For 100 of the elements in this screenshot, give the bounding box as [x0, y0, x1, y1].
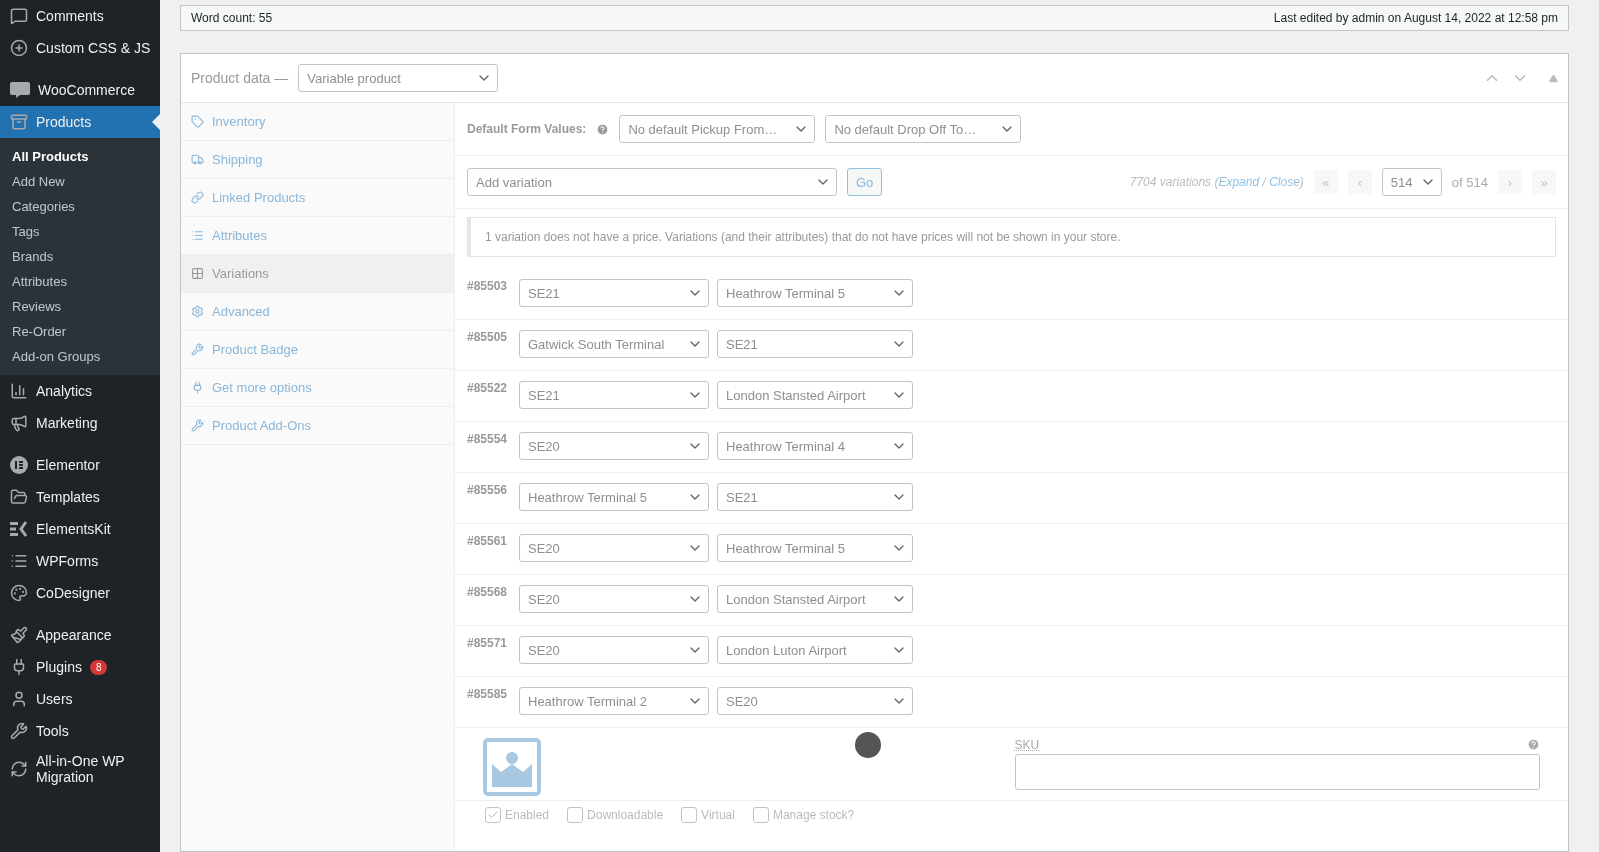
- drop-off-select[interactable]: London Stansted Airport: [717, 585, 913, 613]
- sidebar-item[interactable]: Elementor: [0, 449, 160, 481]
- word-count: Word count: 55: [191, 11, 273, 25]
- default-value-select[interactable]: No default Drop Off To…: [825, 115, 1022, 143]
- submenu-item[interactable]: Add New: [0, 169, 160, 194]
- sidebar-item[interactable]: Tools: [0, 715, 160, 747]
- option-checkbox[interactable]: Enabled: [485, 807, 550, 823]
- option-checkbox[interactable]: Manage stock?: [752, 807, 855, 823]
- pickup-select[interactable]: SE20: [519, 534, 709, 562]
- submenu-item[interactable]: Add-on Groups: [0, 344, 160, 369]
- drop-off-select[interactable]: Heathrow Terminal 4: [717, 432, 913, 460]
- default-value-select[interactable]: No default Pickup From…: [619, 115, 816, 143]
- collapse-icon[interactable]: [1549, 73, 1558, 83]
- variation-id: #85561: [467, 534, 509, 548]
- sidebar-item[interactable]: WooCommerce: [0, 74, 160, 106]
- pickup-select[interactable]: Gatwick South Terminal: [519, 330, 709, 358]
- go-button[interactable]: Go: [847, 168, 883, 196]
- variation-id: #85585: [467, 687, 509, 701]
- folder-icon: [10, 488, 28, 506]
- link-icon: [191, 191, 204, 204]
- sidebar-item[interactable]: Analytics: [0, 375, 160, 407]
- submenu-item[interactable]: Reviews: [0, 294, 160, 319]
- help-icon[interactable]: [596, 122, 610, 136]
- plug-icon: [191, 381, 204, 394]
- sku-label: SKU: [1014, 738, 1040, 752]
- pickup-select[interactable]: SE21: [519, 279, 709, 307]
- woo-logo-icon: [10, 82, 30, 98]
- product-data-tab[interactable]: Linked Products: [181, 179, 454, 217]
- sidebar-item[interactable]: Users: [0, 683, 160, 715]
- wrench-icon: [191, 419, 204, 432]
- elementskit-logo-icon: [10, 521, 28, 537]
- option-checkbox[interactable]: Downloadable: [567, 807, 664, 823]
- variation-id: #85505: [467, 330, 509, 344]
- plus-circle-icon: [10, 39, 28, 57]
- sidebar-item[interactable]: Templates: [0, 481, 160, 513]
- checkmark-icon: [487, 809, 499, 821]
- help-icon[interactable]: [1527, 738, 1540, 751]
- submenu-item[interactable]: Categories: [0, 194, 160, 219]
- pickup-select[interactable]: Heathrow Terminal 5: [519, 483, 709, 511]
- variation-id: #85522: [467, 381, 509, 395]
- sku-field[interactable]: [1014, 754, 1540, 790]
- pickup-select[interactable]: SE21: [519, 381, 709, 409]
- variation-id: #85503: [467, 279, 509, 293]
- last-edited-text: Last edited by admin on August 14, 2022 at 12:58 pm: [1273, 11, 1558, 25]
- sidebar-item[interactable]: Products: [0, 106, 160, 138]
- product-data-tab[interactable]: Variations: [181, 255, 454, 293]
- pickup-select[interactable]: SE20: [519, 585, 709, 613]
- sidebar-item[interactable]: CoDesigner: [0, 577, 160, 609]
- wrench-icon: [191, 343, 204, 356]
- close-link[interactable]: Close: [1269, 175, 1300, 189]
- submenu-item[interactable]: Tags: [0, 219, 160, 244]
- drop-off-select[interactable]: SE21: [717, 330, 913, 358]
- option-checkbox[interactable]: Virtual: [681, 807, 735, 823]
- product-data-tab[interactable]: Get more options: [181, 369, 454, 407]
- product-data-tab[interactable]: Inventory: [181, 103, 454, 141]
- wrench-icon: [10, 722, 28, 740]
- sidebar-item[interactable]: Comments: [0, 0, 160, 32]
- submenu-item[interactable]: All Products: [0, 144, 160, 169]
- loading-spinner: [855, 732, 881, 758]
- pickup-select[interactable]: SE20: [519, 432, 709, 460]
- palette-icon: [10, 584, 28, 602]
- pickup-select[interactable]: Heathrow Terminal 2: [519, 687, 709, 715]
- paintbrush-icon: [10, 626, 28, 644]
- drop-off-select[interactable]: SE21: [717, 483, 913, 511]
- archive-icon: [10, 113, 28, 131]
- submenu-item[interactable]: Re-Order: [0, 319, 160, 344]
- sidebar-item[interactable]: WPForms: [0, 545, 160, 577]
- variation-id: #85556: [467, 483, 509, 497]
- product-data-tab[interactable]: Shipping: [181, 141, 454, 179]
- product-type-select[interactable]: Variable product: [298, 64, 499, 92]
- sidebar-item[interactable]: Marketing: [0, 407, 160, 439]
- expand-link[interactable]: Expand: [1218, 175, 1260, 189]
- product-data-tab[interactable]: Advanced: [181, 293, 454, 331]
- sidebar-item[interactable]: ElementsKit: [0, 513, 160, 545]
- form-list-icon: [10, 552, 28, 570]
- add-variation-select[interactable]: Add variation: [467, 168, 837, 196]
- submenu-item[interactable]: Attributes: [0, 269, 160, 294]
- sidebar-item[interactable]: Appearance: [0, 619, 160, 651]
- variation-count: 7704 variations (Expand / Close): [1129, 175, 1304, 189]
- page-select[interactable]: 514: [1381, 168, 1442, 196]
- pickup-select[interactable]: SE20: [519, 636, 709, 664]
- sidebar-item[interactable]: Plugins 8: [0, 651, 160, 683]
- sidebar-item[interactable]: Custom CSS & JS: [0, 32, 160, 64]
- drop-off-select[interactable]: London Stansted Airport: [717, 381, 913, 409]
- settings-icon: [191, 305, 204, 318]
- page-total: of 514: [1451, 174, 1488, 190]
- variation-id: #85568: [467, 585, 509, 599]
- drop-off-select[interactable]: Heathrow Terminal 5: [717, 279, 913, 307]
- count-badge: 8: [89, 659, 108, 675]
- sidebar-item[interactable]: All-in-One WP Migration: [0, 747, 160, 791]
- submenu-item[interactable]: Brands: [0, 244, 160, 269]
- drop-off-select[interactable]: SE20: [717, 687, 913, 715]
- default-form-label: Default Form Values:: [467, 122, 587, 136]
- product-data-tab[interactable]: Product Add-Ons: [181, 407, 454, 445]
- drop-off-select[interactable]: Heathrow Terminal 5: [717, 534, 913, 562]
- panel-title: Product data —: [191, 70, 289, 86]
- product-data-tab[interactable]: Product Badge: [181, 331, 454, 369]
- speech-bubble-icon: [10, 7, 28, 25]
- list-icon: [191, 229, 204, 242]
- drop-off-select[interactable]: London Luton Airport: [717, 636, 913, 664]
